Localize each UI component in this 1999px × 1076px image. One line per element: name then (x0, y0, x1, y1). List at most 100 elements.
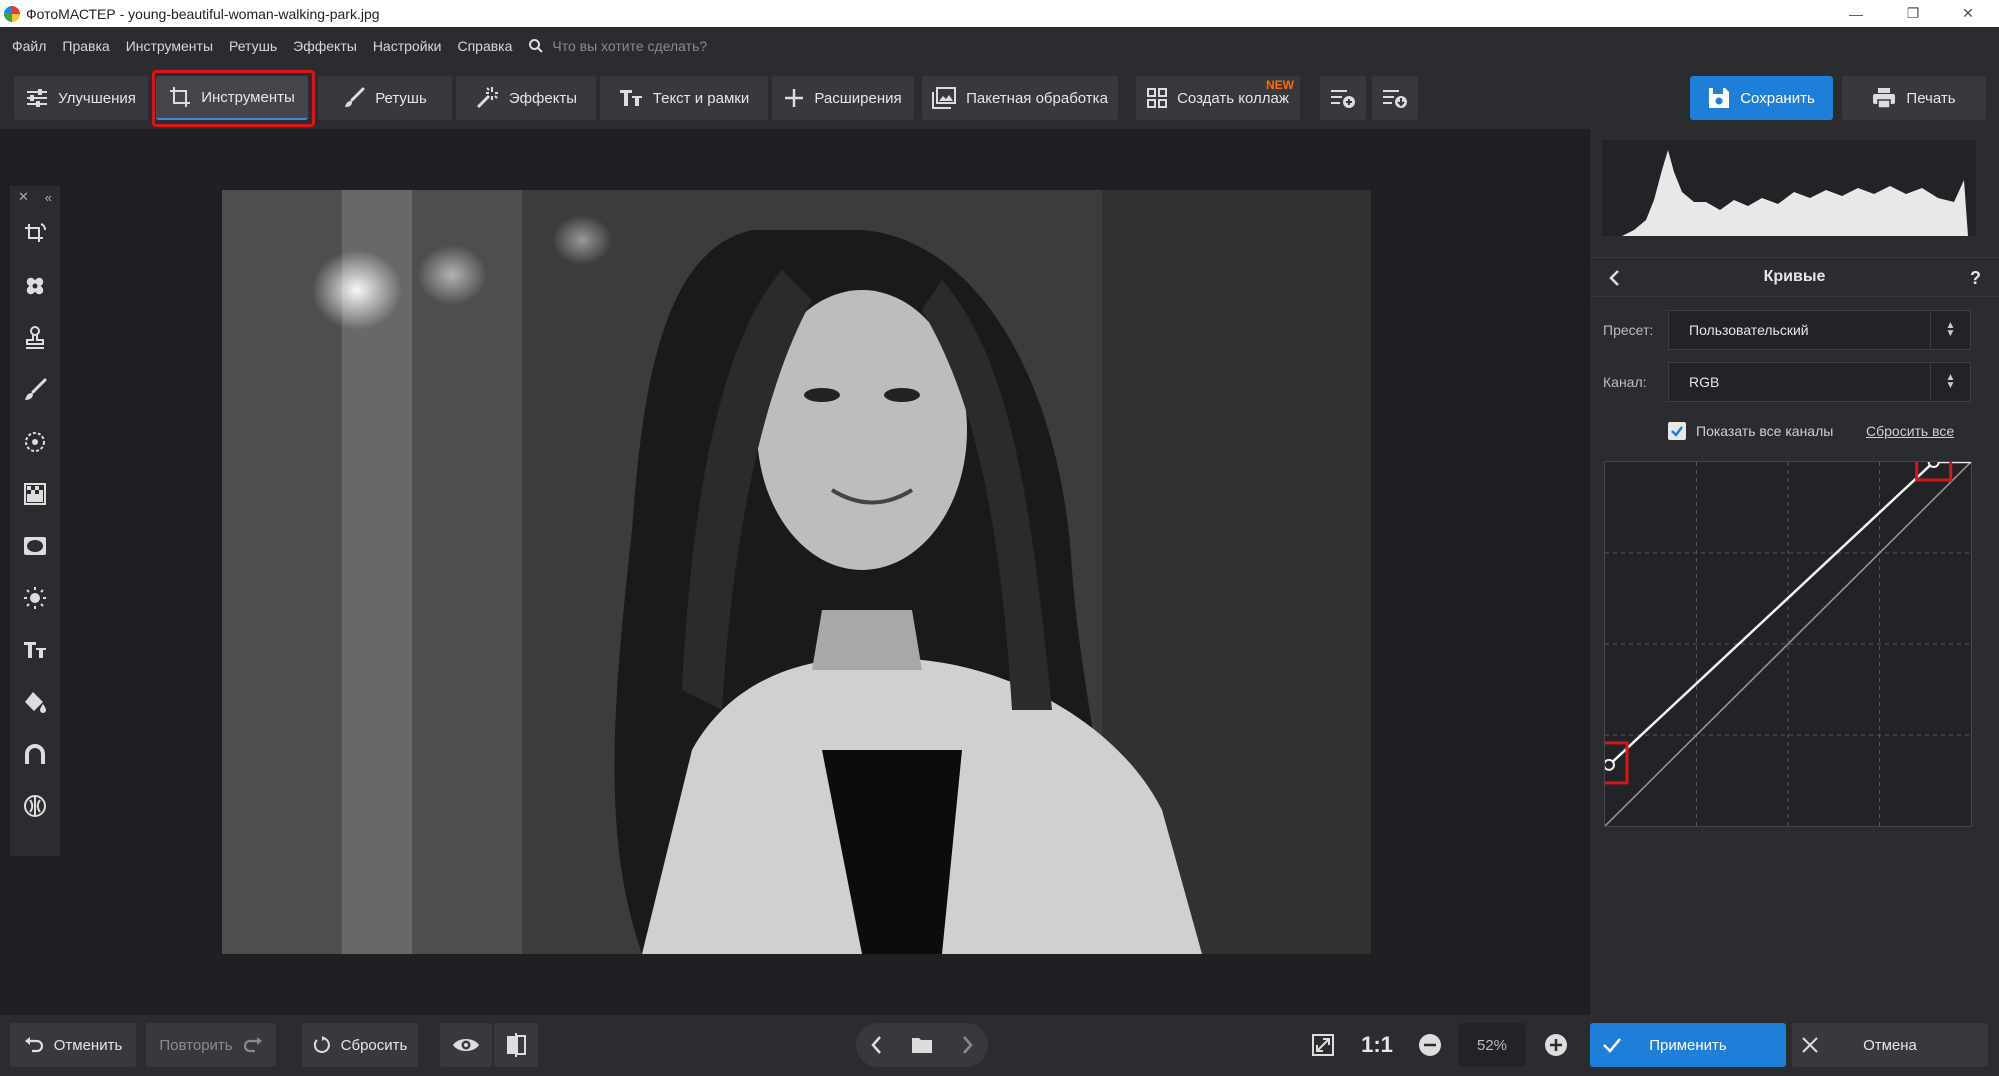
channel-select[interactable]: RGB ▲ ▼ (1668, 362, 1971, 402)
preview-toggle-button[interactable] (440, 1023, 492, 1067)
updown-icon: ▲ ▼ (1930, 363, 1970, 401)
collage-icon (1147, 88, 1168, 108)
undo-label: Отменить (53, 1036, 123, 1054)
tool-vignette[interactable] (10, 520, 60, 572)
batch-processing-label: Пакетная обработка (966, 89, 1108, 107)
minimize-button[interactable]: — (1833, 0, 1879, 27)
menu-bar: Файл Правка Инструменты Ретушь Эффекты Н… (0, 27, 1999, 65)
horseshoe-icon (25, 744, 45, 764)
preset-value: Пользовательский (1689, 322, 1809, 338)
preset-select[interactable]: Пользовательский ▲ ▼ (1668, 310, 1971, 350)
tab-effects[interactable]: Эффекты (456, 76, 596, 120)
menu-file[interactable]: Файл (4, 38, 54, 54)
left-tool-strip: ✕ « (10, 186, 60, 856)
histogram (1602, 140, 1976, 236)
tool-light[interactable] (10, 572, 60, 624)
check-icon (1671, 426, 1683, 437)
print-button[interactable]: Печать (1842, 76, 1986, 120)
gradient-filter-icon (24, 483, 46, 505)
actual-size-button[interactable]: 1:1 (1354, 1023, 1400, 1067)
printer-icon (1873, 88, 1896, 109)
compare-button[interactable] (494, 1023, 538, 1067)
close-strip-icon[interactable]: ✕ (18, 189, 29, 205)
tool-healing[interactable] (10, 260, 60, 312)
tab-effects-label: Эффекты (508, 89, 578, 107)
zoom-value[interactable]: 52% (1458, 1023, 1526, 1067)
apply-label: Применить (1649, 1036, 1727, 1054)
reset-button[interactable]: Сбросить (302, 1023, 418, 1067)
help-icon[interactable]: ? (1970, 268, 1981, 289)
folder-icon[interactable] (911, 1036, 933, 1054)
batch-processing-button[interactable]: Пакетная обработка (922, 76, 1118, 120)
show-all-channels-label[interactable]: Показать все каналы (1696, 423, 1833, 439)
create-collage-button[interactable]: Создать коллаж NEW (1136, 76, 1300, 120)
tool-rotate[interactable] (10, 208, 60, 260)
vignette-icon (24, 537, 46, 555)
stamp-icon (26, 326, 44, 349)
restore-button[interactable]: ❐ (1890, 0, 1936, 27)
zoom-out-button[interactable] (1408, 1023, 1452, 1067)
show-all-channels-checkbox[interactable] (1668, 422, 1686, 440)
curve-point-black[interactable] (1603, 758, 1615, 771)
close-window-button[interactable]: ✕ (1945, 0, 1991, 27)
eye-icon (453, 1039, 479, 1051)
redo-button[interactable]: Повторить (146, 1023, 276, 1067)
tool-text[interactable] (10, 624, 60, 676)
photo-preview[interactable] (222, 190, 1371, 954)
prev-image-icon[interactable] (870, 1036, 882, 1054)
undo-button[interactable]: Отменить (10, 1023, 136, 1067)
histogram-chart (1602, 140, 1976, 236)
menu-effects[interactable]: Эффекты (285, 38, 365, 54)
zoom-in-button[interactable] (1534, 1023, 1578, 1067)
add-preset-button[interactable] (1320, 76, 1366, 120)
redo-icon (243, 1037, 262, 1053)
collapse-strip-icon[interactable]: « (45, 190, 52, 205)
tool-radial-filter[interactable] (10, 416, 60, 468)
menu-help[interactable]: Справка (449, 38, 520, 54)
channel-label: Канал: (1603, 374, 1647, 390)
text-icon (24, 642, 46, 658)
menu-edit[interactable]: Правка (54, 38, 117, 54)
text-icon (619, 90, 642, 106)
tool-liquify[interactable] (10, 728, 60, 780)
tool-gradient-filter[interactable] (10, 468, 60, 520)
curves-editor[interactable] (1597, 438, 1972, 827)
tab-enhancements[interactable]: Улучшения (14, 76, 148, 120)
updown-icon: ▲ ▼ (1930, 311, 1970, 349)
tool-fill[interactable] (10, 676, 60, 728)
plus-icon (785, 89, 804, 107)
tab-retouch[interactable]: Ретушь (318, 76, 452, 120)
zoom-value-label: 52% (1476, 1036, 1508, 1054)
search-icon (529, 39, 544, 53)
tool-stamp[interactable] (10, 312, 60, 364)
cancel-button[interactable]: Отмена (1792, 1023, 1988, 1067)
back-icon[interactable] (1608, 270, 1620, 286)
magic-wand-icon (476, 87, 498, 109)
fit-screen-icon (1312, 1034, 1334, 1056)
fit-screen-button[interactable] (1300, 1023, 1346, 1067)
tool-brush[interactable] (10, 364, 60, 416)
paint-bucket-icon (25, 692, 46, 713)
settings-download-icon (1383, 90, 1407, 108)
panel-title: Кривые (1763, 268, 1826, 285)
sun-icon (24, 587, 46, 609)
menu-tools[interactable]: Инструменты (118, 38, 221, 54)
save-button[interactable]: Сохранить (1690, 76, 1833, 120)
command-search[interactable]: Что вы хотите сделать? (528, 38, 707, 54)
tab-extensions[interactable]: Расширения (772, 76, 914, 120)
presets-download-button[interactable] (1372, 76, 1418, 120)
channel-value: RGB (1689, 374, 1720, 390)
apply-button[interactable]: Применить (1590, 1023, 1786, 1067)
actual-size-label: 1:1 (1361, 1032, 1393, 1057)
redo-label: Повторить (159, 1036, 233, 1054)
reset-all-link[interactable]: Сбросить все (1866, 423, 1954, 439)
zoom-out-icon (1419, 1034, 1441, 1056)
menu-settings[interactable]: Настройки (365, 38, 450, 54)
tool-face[interactable] (10, 780, 60, 832)
curve-point-white[interactable] (1927, 456, 1940, 468)
check-icon (1603, 1038, 1621, 1053)
tab-text-frames[interactable]: Текст и рамки (600, 76, 768, 120)
curve-graph[interactable] (1597, 438, 1972, 827)
menu-retouch[interactable]: Ретушь (221, 38, 285, 54)
next-image-icon[interactable] (962, 1036, 974, 1054)
